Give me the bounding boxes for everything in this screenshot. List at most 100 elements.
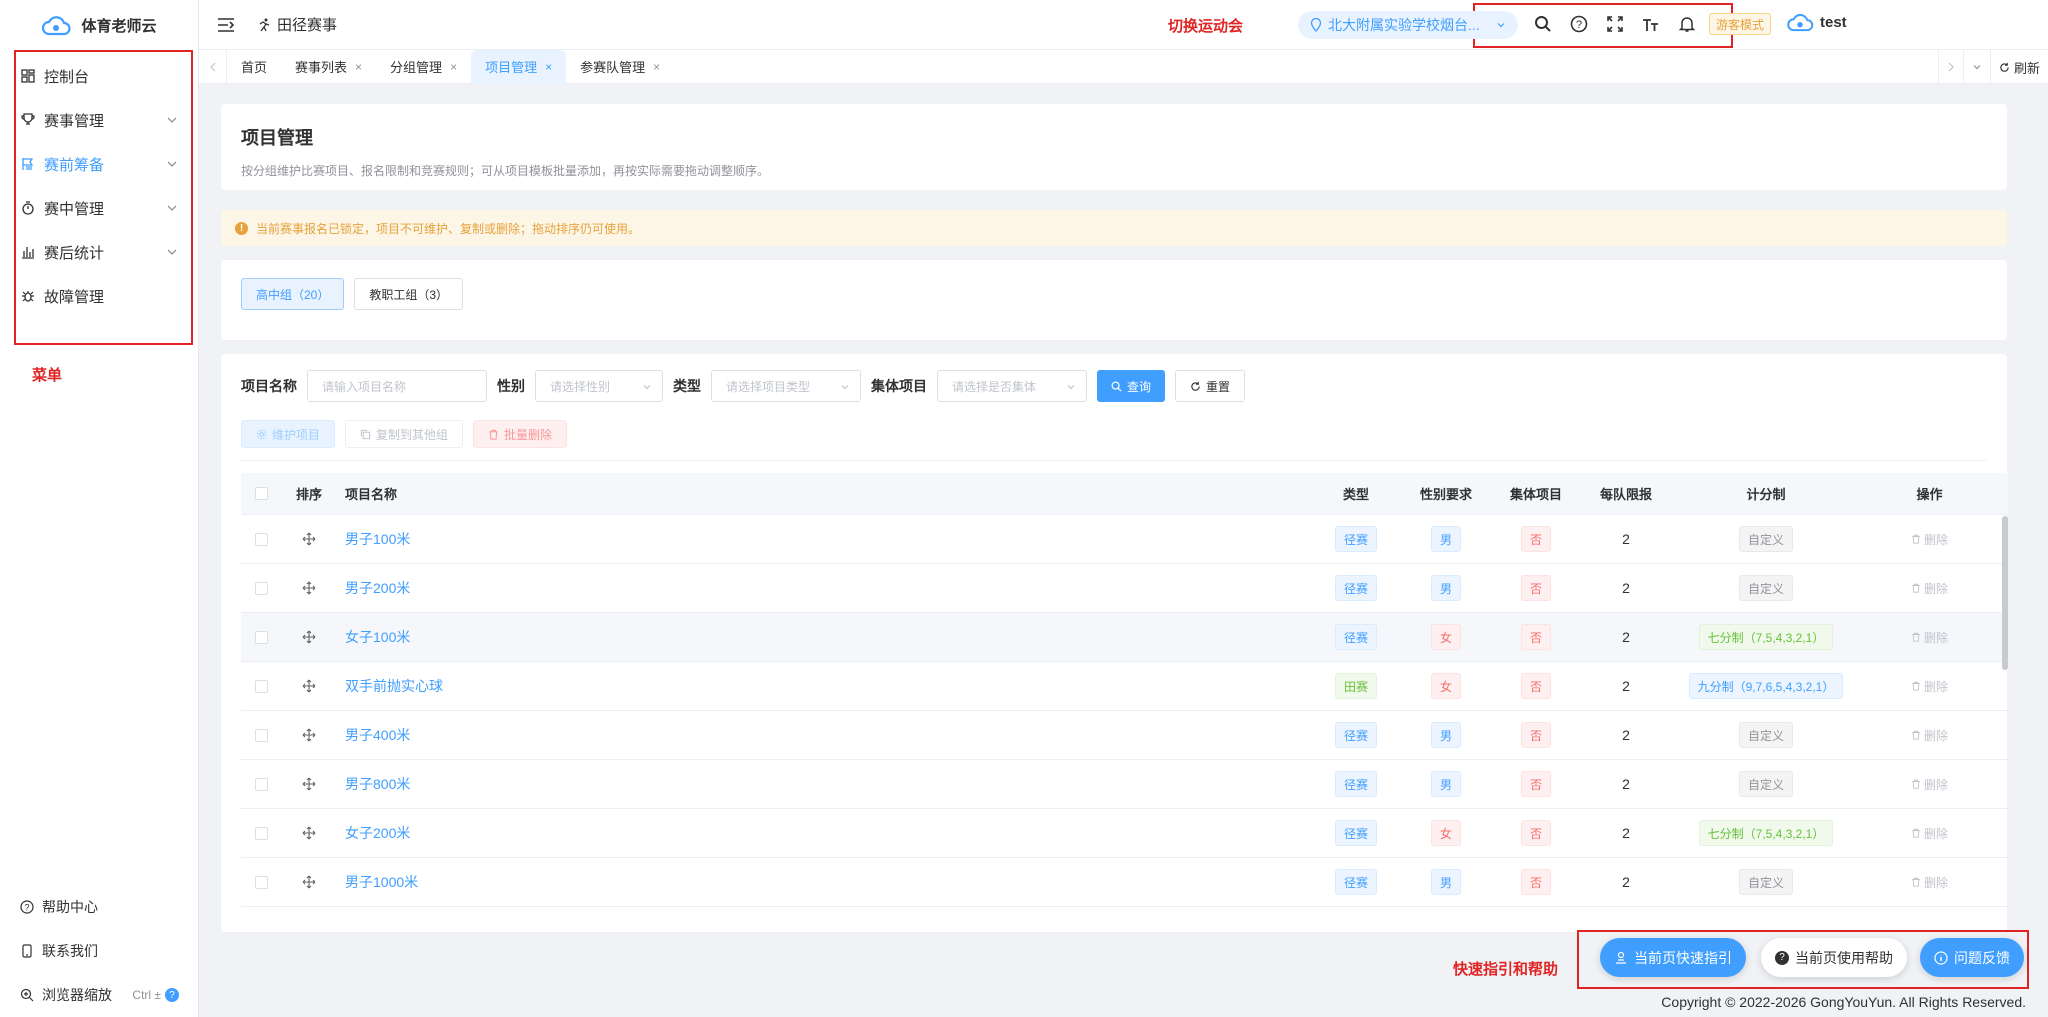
item-name-link[interactable]: 男子1000米 <box>345 874 418 890</box>
item-name-link[interactable]: 男子200米 <box>345 580 410 596</box>
tab-team-management[interactable]: 参赛队管理 × <box>566 50 674 84</box>
delete-button[interactable]: 删除 <box>1911 874 1948 891</box>
drag-handle-icon[interactable] <box>302 581 316 595</box>
breadcrumb[interactable]: 田径赛事 <box>257 14 337 35</box>
close-icon[interactable]: × <box>653 60 660 74</box>
team-tag: 否 <box>1520 526 1551 552</box>
row-checkbox[interactable] <box>254 679 268 693</box>
row-checkbox[interactable] <box>254 630 268 644</box>
delete-button[interactable]: 删除 <box>1911 825 1948 842</box>
bell-icon[interactable] <box>1676 13 1698 35</box>
table-row[interactable]: 男子1000米 径赛 男 否 2 自定义 删除 <box>241 858 2008 907</box>
chevron-down-icon <box>1973 65 1981 70</box>
user-menu[interactable]: test <box>1786 12 1847 32</box>
drag-handle-icon[interactable] <box>302 826 316 840</box>
trash-icon <box>1912 632 1920 642</box>
action-bar: 维护项目 复制到其他组 批量删除 <box>241 420 1987 448</box>
help-icon[interactable]: ? <box>1568 13 1590 35</box>
contact-us-link[interactable]: 联系我们 <box>0 929 199 973</box>
table-row[interactable]: 双手前抛实心球 田赛 女 否 2 九分制（9,7,6,5,4,3,2,1） 删除 <box>241 662 2008 711</box>
menu-annotation-box <box>14 50 193 345</box>
type-filter-select[interactable]: 请选择项目类型 <box>711 370 861 402</box>
question-circle-icon: ? <box>1775 950 1789 965</box>
tabs-scroll-right[interactable] <box>1937 50 1963 84</box>
table-header: 排序 项目名称 类型 性别要求 集体项目 每队限报 计分制 操作 <box>241 473 2008 515</box>
group-high-school[interactable]: 高中组（20） <box>241 278 345 310</box>
select-all-checkbox[interactable] <box>254 487 268 500</box>
row-checkbox[interactable] <box>254 581 268 595</box>
delete-button[interactable]: 删除 <box>1911 776 1948 793</box>
tabs-dropdown[interactable] <box>1962 50 1990 84</box>
search-button[interactable]: 查询 <box>1097 370 1166 402</box>
meet-selector[interactable]: 北大附属实验学校烟台... <box>1298 11 1518 39</box>
tab-group-management[interactable]: 分组管理 × <box>376 50 471 84</box>
close-icon[interactable]: × <box>450 60 457 74</box>
search-icon[interactable] <box>1532 13 1554 35</box>
table-row[interactable]: 男子100米 径赛 男 否 2 自定义 删除 <box>241 515 2008 564</box>
table-row[interactable]: 男子800米 径赛 男 否 2 自定义 删除 <box>241 760 2008 809</box>
maintain-items-button[interactable]: 维护项目 <box>241 420 336 448</box>
name-filter-input[interactable]: 请输入项目名称 <box>307 370 487 402</box>
browser-zoom-link[interactable]: 浏览器缩放 Ctrl ±? <box>0 973 199 1017</box>
table-row[interactable]: 女子200米 径赛 女 否 2 七分制（7,5,4,3,2,1） 删除 <box>241 809 2008 858</box>
item-name-link[interactable]: 双手前抛实心球 <box>345 678 443 694</box>
close-icon[interactable]: × <box>545 60 552 74</box>
question-badge-icon[interactable]: ? <box>165 988 179 1002</box>
table-row[interactable]: 男子400米 径赛 男 否 2 自定义 删除 <box>241 711 2008 760</box>
table-scrollbar[interactable] <box>2002 516 2008 670</box>
tab-event-list[interactable]: 赛事列表 × <box>281 50 376 84</box>
row-checkbox[interactable] <box>254 826 268 840</box>
item-name-link[interactable]: 男子100米 <box>345 531 410 547</box>
delete-button[interactable]: 删除 <box>1911 727 1948 744</box>
feedback-button[interactable]: 问题反馈 <box>1920 938 2024 977</box>
drag-handle-icon[interactable] <box>302 777 316 791</box>
chevron-down-icon <box>643 385 651 390</box>
gender-filter-select[interactable]: 请选择性别 <box>535 370 663 402</box>
score-tag: 自定义 <box>1738 722 1793 748</box>
score-tag: 七分制（7,5,4,3,2,1） <box>1698 624 1834 650</box>
delete-button[interactable]: 删除 <box>1911 678 1948 695</box>
app-logo[interactable]: 体育老师云 <box>0 0 198 50</box>
row-checkbox[interactable] <box>254 728 268 742</box>
guest-mode-badge: 游客模式 <box>1709 13 1772 35</box>
search-icon <box>1111 381 1122 392</box>
tab-home[interactable]: 首页 <box>227 50 281 84</box>
item-name-link[interactable]: 男子400米 <box>345 727 410 743</box>
reset-button[interactable]: 重置 <box>1175 370 1246 402</box>
alert-text: 当前赛事报名已锁定，项目不可维护、复制或删除；拖动排序仍可使用。 <box>256 221 641 236</box>
row-checkbox[interactable] <box>254 532 268 546</box>
tabs-scroll-left[interactable] <box>199 49 227 84</box>
batch-delete-button[interactable]: 批量删除 <box>473 420 568 448</box>
col-type: 类型 <box>1342 487 1369 502</box>
table-row[interactable]: 女子100米 径赛 女 否 2 七分制（7,5,4,3,2,1） 删除 <box>241 613 2008 662</box>
quick-guide-button[interactable]: 当前页快速指引 <box>1600 938 1746 977</box>
font-size-icon[interactable] <box>1640 13 1662 35</box>
drag-handle-icon[interactable] <box>302 728 316 742</box>
tab-item-management[interactable]: 项目管理 × <box>471 49 567 84</box>
sidebar-bottom: ? 帮助中心 联系我们 浏览器缩放 Ctrl ±? <box>0 885 199 1017</box>
copy-to-group-button[interactable]: 复制到其他组 <box>345 420 464 448</box>
gender-tag: 男 <box>1430 869 1461 895</box>
group-staff[interactable]: 教职工组（3） <box>354 278 464 310</box>
team-filter-select[interactable]: 请选择是否集体 <box>937 370 1087 402</box>
drag-handle-icon[interactable] <box>302 532 316 546</box>
delete-button[interactable]: 删除 <box>1911 580 1948 597</box>
row-checkbox[interactable] <box>254 777 268 791</box>
item-name-link[interactable]: 女子100米 <box>345 629 410 645</box>
refresh-button[interactable]: 刷新 <box>1989 50 2048 84</box>
tabs-controls: 刷新 <box>1937 50 2048 84</box>
table-row[interactable]: 男子200米 径赛 男 否 2 自定义 删除 <box>241 564 2008 613</box>
delete-button[interactable]: 删除 <box>1911 629 1948 646</box>
page-help-button[interactable]: ? 当前页使用帮助 <box>1761 938 1907 977</box>
item-name-link[interactable]: 女子200米 <box>345 825 410 841</box>
help-center-link[interactable]: ? 帮助中心 <box>0 885 199 929</box>
delete-button[interactable]: 删除 <box>1911 531 1948 548</box>
drag-handle-icon[interactable] <box>302 679 316 693</box>
fullscreen-icon[interactable] <box>1604 13 1626 35</box>
row-checkbox[interactable] <box>254 875 268 889</box>
drag-handle-icon[interactable] <box>302 875 316 889</box>
close-icon[interactable]: × <box>355 60 362 74</box>
menu-fold-icon[interactable] <box>217 17 235 33</box>
item-name-link[interactable]: 男子800米 <box>345 776 410 792</box>
drag-handle-icon[interactable] <box>302 630 316 644</box>
